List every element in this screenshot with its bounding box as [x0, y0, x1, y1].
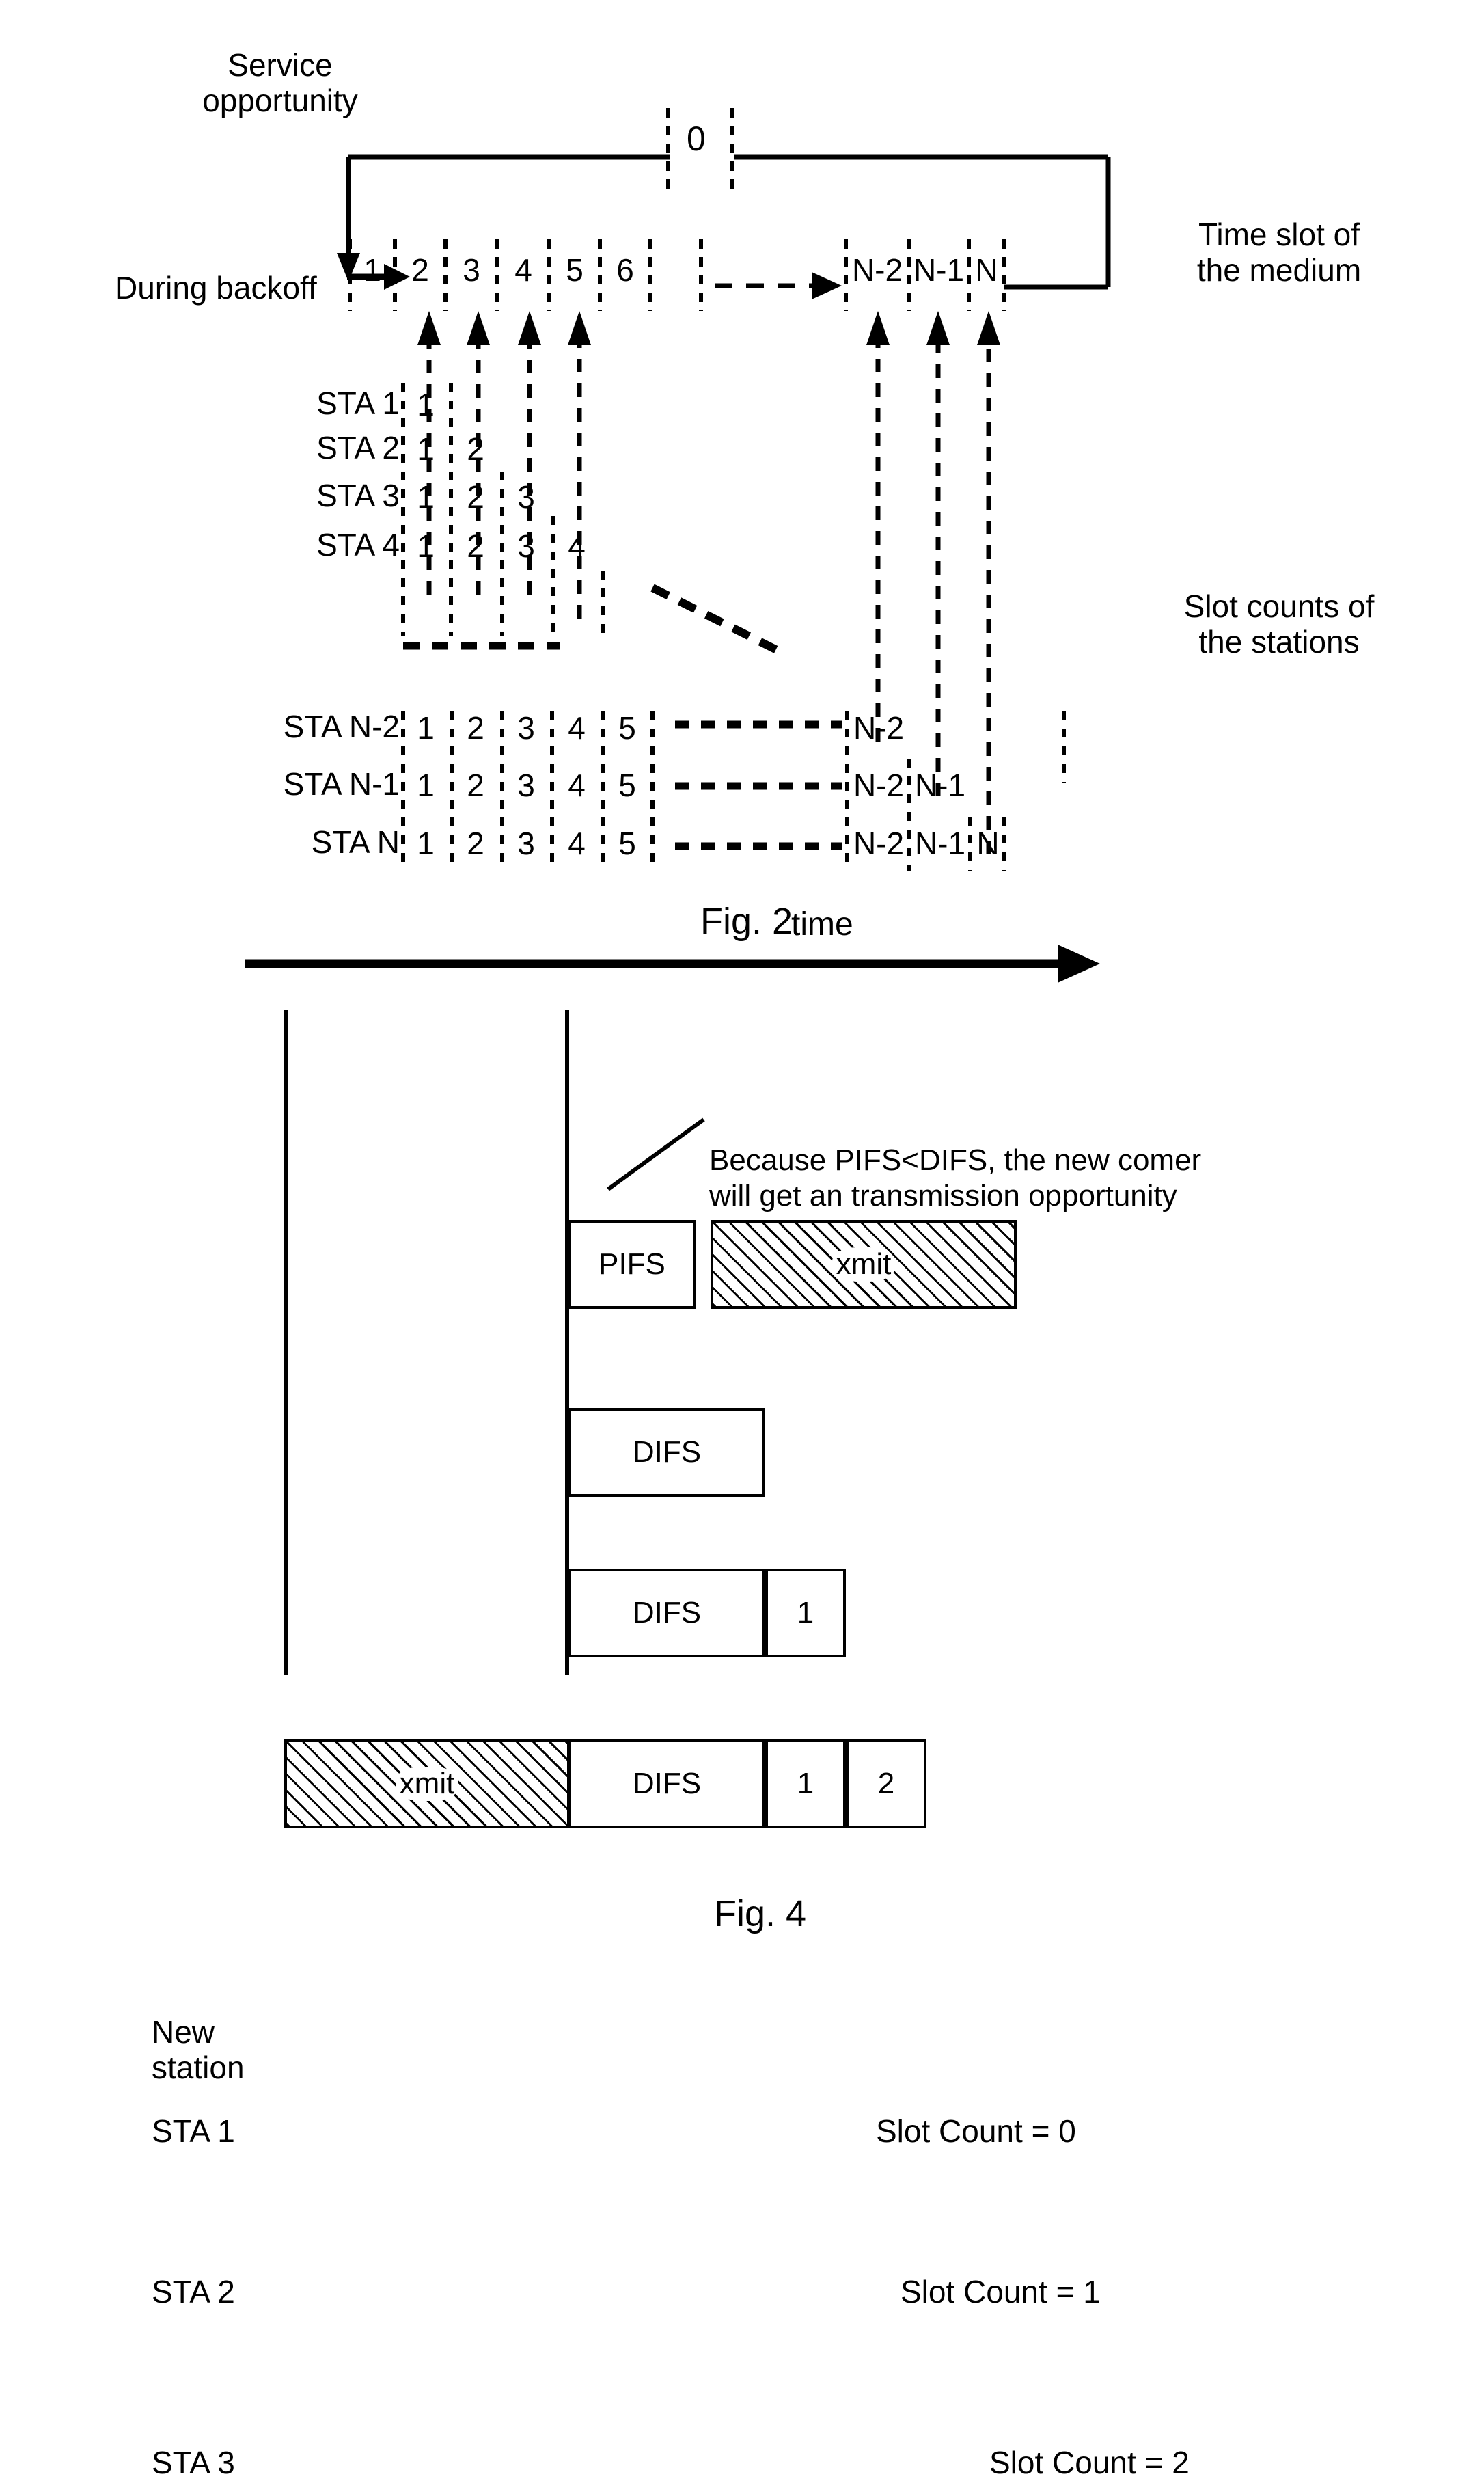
bottom-rows-ellipses [675, 720, 842, 850]
station-slot-count: 5 [618, 710, 636, 746]
station-slot-count: 1 [417, 826, 435, 861]
sta-3-slot-2-label: 2 [877, 1767, 895, 1800]
sta-1-slot-count: Slot Count = 0 [876, 2113, 1076, 2149]
annotation-leader-line [607, 1117, 705, 1191]
station-slot-count: 2 [467, 431, 484, 467]
sta-2-slot-count: Slot Count = 1 [901, 2274, 1101, 2309]
pifs-difs-annotation: Because PIFS<DIFS, the new comer will ge… [709, 1143, 1202, 1212]
station-slot-count: 5 [618, 826, 636, 861]
station-slot-count: 3 [517, 528, 535, 564]
sta-2-difs-label: DIFS [632, 1596, 702, 1629]
sta-2-difs-block: DIFS [568, 1569, 765, 1657]
medium-slot-3: 3 [463, 252, 480, 288]
medium-slot-5: 5 [566, 252, 583, 288]
station-row-label: STA 2 [316, 430, 400, 465]
station-slot-count: N-1 [914, 826, 966, 861]
sta-3-slot-1-label: 1 [797, 1767, 814, 1800]
figure-4-row-label-sta-2: STA 2 [152, 2274, 235, 2309]
station-slot-count: 2 [467, 528, 484, 564]
sta-3-xmit-label: xmit [395, 1767, 459, 1801]
station-slot-count: N-2 [853, 826, 905, 861]
station-slot-count: 5 [618, 768, 636, 803]
medium-slot-n: N [975, 252, 998, 288]
station-row-label: STA N-1 [283, 766, 400, 802]
station-slot-count: 2 [467, 710, 484, 746]
sta-3-slot-1-block: 1 [765, 1739, 846, 1828]
sta-1-difs-block: DIFS [568, 1408, 765, 1497]
station-slot-count: 1 [417, 479, 435, 515]
sta-3-slot-2-block: 2 [846, 1739, 926, 1828]
new-station-xmit-block: xmit [711, 1220, 1017, 1309]
medium-slot-n-1: N-1 [913, 252, 965, 288]
station-slot-count: 3 [517, 768, 535, 803]
station-slot-count: N-2 [853, 768, 905, 803]
sta-3-xmit-block: xmit [284, 1739, 570, 1828]
sta-3-difs-label: DIFS [632, 1767, 702, 1800]
stations-ellipsis-diagonal [650, 584, 784, 657]
station-slot-count: 1 [417, 431, 435, 467]
station-slot-count: 4 [568, 826, 586, 861]
medium-slot-n-2: N-2 [851, 252, 903, 288]
station-slot-count: 3 [517, 826, 535, 861]
station-slot-count: N-1 [914, 768, 966, 803]
station-row-label: STA N-2 [283, 709, 400, 744]
medium-slot-2: 2 [411, 252, 429, 288]
medium-slot-6: 6 [616, 252, 634, 288]
station-slot-count: 1 [417, 387, 435, 422]
figure-4-row-label-sta-1: STA 1 [152, 2113, 235, 2149]
station-slot-count: 2 [467, 479, 484, 515]
figure-4-row-label-sta-3: STA 3 [152, 2445, 235, 2480]
station-slot-count: N [976, 826, 1000, 861]
station-slot-count: 1 [417, 768, 435, 803]
sta-2-slot-1-block: 1 [765, 1569, 846, 1657]
time-axis-label: time [791, 906, 853, 943]
station-slot-count: 2 [467, 826, 484, 861]
sta-3-difs-block: DIFS [568, 1739, 765, 1828]
figure-2: Service opportunity During backoff Time … [0, 0, 1484, 991]
medium-row-ellipsis-arrow [715, 272, 842, 299]
figure-4-row-label-new-station: New station [152, 2014, 245, 2085]
new-station-xmit-label: xmit [832, 1247, 896, 1282]
station-row-label: STA 1 [316, 385, 400, 421]
station-slot-count: 4 [568, 710, 586, 746]
zero-slot-dashed-ticks [666, 108, 734, 193]
pifs-block: PIFS [568, 1220, 696, 1309]
slot-count-up-arrowheads [417, 311, 1000, 345]
station-slot-count: 2 [467, 768, 484, 803]
station-slot-count: 4 [568, 528, 586, 564]
station-slot-count: 4 [568, 768, 586, 803]
sta-1-difs-label: DIFS [632, 1435, 702, 1469]
station-slot-count: N-2 [853, 710, 905, 746]
medium-slot-4: 4 [514, 252, 532, 288]
station-slot-count: 3 [517, 479, 535, 515]
pifs-block-label: PIFS [599, 1247, 665, 1281]
figure-4-caption: Fig. 4 [714, 1893, 807, 1934]
figure-4: time Because PIFS<DIFS, the new comer wi… [0, 906, 1484, 2480]
station-slot-count: 3 [517, 710, 535, 746]
station-row-label: STA 4 [316, 527, 400, 562]
station-row-label: STA N [311, 824, 400, 860]
station-row-label: STA 3 [316, 478, 400, 513]
station-slot-count: 1 [417, 710, 435, 746]
station-slot-count: 1 [417, 528, 435, 564]
medium-slot-1: 1 [363, 252, 381, 288]
sta-3-slot-count: Slot Count = 2 [989, 2445, 1190, 2480]
sta-2-slot-1-label: 1 [797, 1596, 814, 1629]
